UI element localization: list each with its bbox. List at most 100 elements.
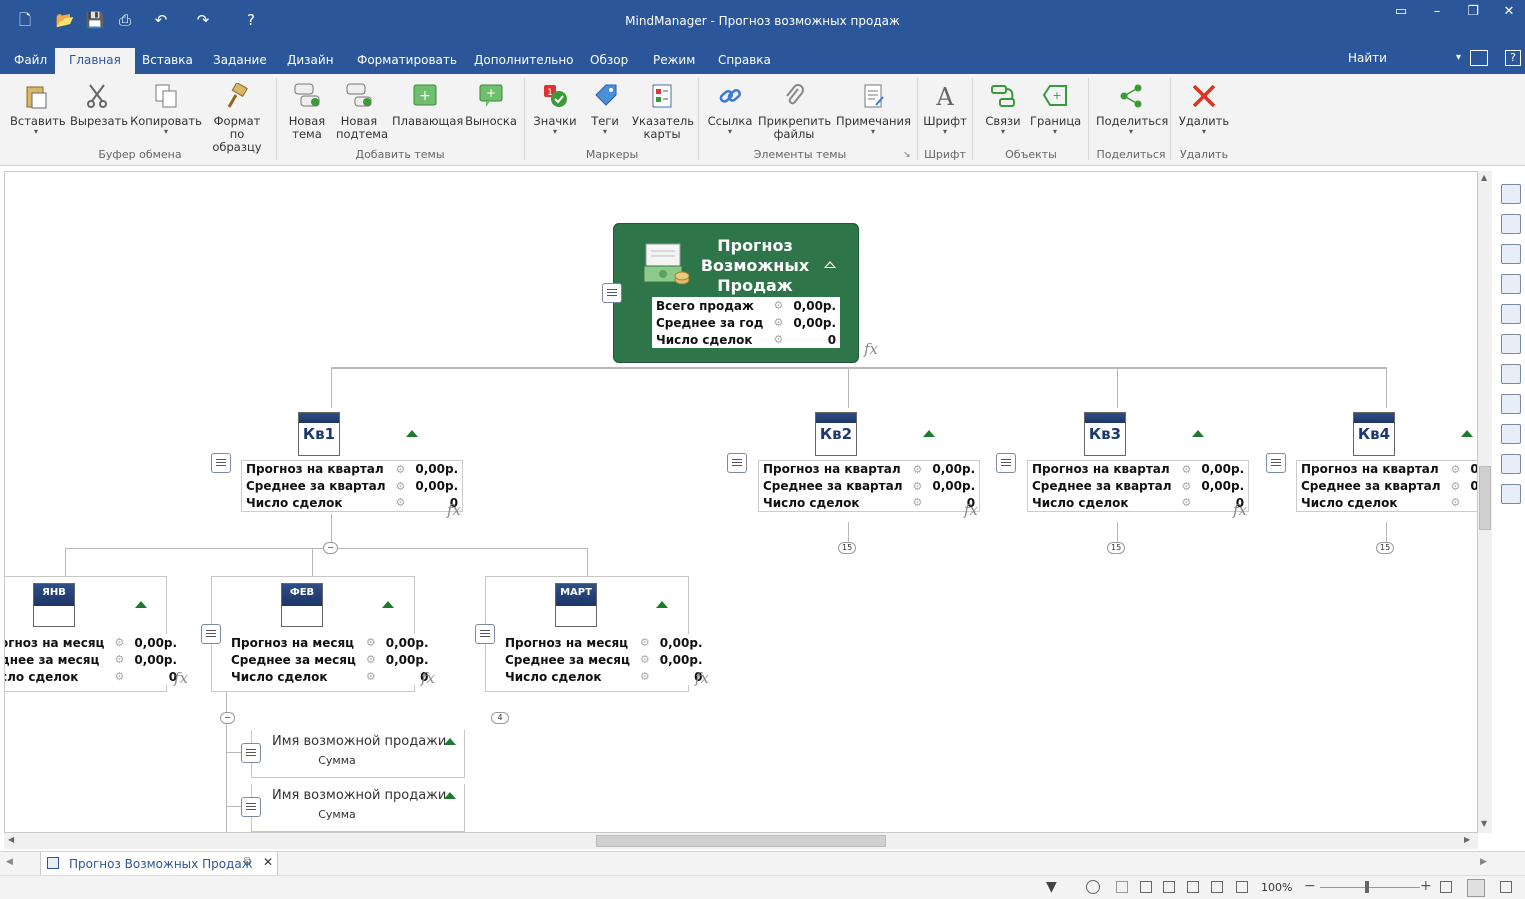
tab-home[interactable]: Главная — [55, 48, 135, 74]
map-index-button[interactable]: Указатель карты — [632, 82, 694, 141]
floating-topic-button[interactable]: + Плавающая — [392, 82, 463, 128]
notes-button[interactable]: Примечания ▾ — [836, 82, 911, 136]
find-button[interactable]: Найти — [1348, 51, 1387, 65]
libraries-icon[interactable] — [1501, 334, 1521, 354]
cut-button[interactable]: Вырезать — [70, 82, 128, 128]
notes-icon[interactable] — [996, 453, 1016, 473]
markers-icon[interactable] — [1501, 214, 1521, 234]
collapse-minus-button[interactable]: − — [323, 542, 338, 554]
document-tab[interactable]: Прогноз Возможных Продаж ⧉ ✕ — [40, 852, 278, 876]
copy-button[interactable]: Копировать ▾ — [130, 82, 202, 136]
tab-format[interactable]: Форматировать — [355, 48, 459, 74]
paste-button[interactable]: Вставить ▾ — [10, 82, 66, 136]
notes-icon[interactable] — [727, 453, 747, 473]
zoom-in-button[interactable]: + — [1420, 878, 1432, 894]
tab-help[interactable]: Справка — [716, 48, 773, 74]
formula-fx-icon[interactable]: fx — [1233, 501, 1247, 519]
callout-button[interactable]: + Выноска — [464, 82, 518, 128]
scroll-right-icon[interactable]: ▶ — [1464, 835, 1470, 844]
collapse-minus-button[interactable]: − — [220, 712, 235, 724]
browser-globe-icon[interactable] — [1501, 454, 1521, 474]
attach-files-button[interactable]: Прикрепить файлы — [758, 82, 831, 141]
vertical-scroll-thumb[interactable] — [1479, 466, 1491, 530]
panel-toggle-icon[interactable] — [1500, 881, 1512, 893]
subtopic-opportunity[interactable]: Имя возможной продажи Сумма — [251, 730, 465, 778]
notes-icon[interactable] — [241, 797, 261, 817]
format-painter-button[interactable]: Формат по образцу — [205, 82, 269, 154]
tab-advanced[interactable]: Дополнительно — [472, 48, 576, 74]
share-button[interactable]: Поделиться ▾ — [1096, 82, 1168, 136]
tab-file[interactable]: Файл — [12, 48, 49, 74]
map-canvas[interactable]: Прогноз Возможных Продаж Всего продаж ⚙ 0,… — [4, 171, 1478, 833]
formula-fx-icon[interactable]: fx — [421, 669, 435, 687]
month-topic-mar[interactable]: МАРТ Прогноз на месяц ⚙ 0,00р. Среднее за … — [485, 576, 707, 692]
tab-scroll-left-icon[interactable]: ◀ — [6, 857, 13, 867]
close-icon[interactable]: ✕ — [1494, 4, 1524, 24]
find-dropdown-icon[interactable]: ▾ — [1456, 52, 1461, 63]
boundary-button[interactable]: + Граница ▾ — [1030, 82, 1081, 136]
resources-icon[interactable] — [1501, 274, 1521, 294]
central-topic[interactable]: Прогноз Возможных Продаж Всего продаж ⚙ 0,… — [613, 223, 859, 363]
tags-button[interactable]: Теги ▾ — [584, 82, 626, 136]
outlook-icon[interactable] — [1501, 424, 1521, 444]
collapsed-count-badge[interactable]: 15 — [838, 542, 857, 554]
spreadsheet-icon[interactable] — [1236, 881, 1248, 893]
pin-icon[interactable]: ⧉ — [244, 856, 251, 867]
restore-icon[interactable]: ❐ — [1458, 4, 1488, 24]
help-question-icon[interactable]: ? — [1505, 50, 1521, 66]
quarter-1-properties[interactable]: Прогноз на квартал ⚙ 0,00р. Среднее за ква… — [241, 460, 464, 512]
formula-fx-icon[interactable]: fx — [964, 501, 978, 519]
delete-button[interactable]: Удалить ▾ — [1178, 82, 1230, 136]
tab-insert[interactable]: Вставка — [140, 48, 195, 74]
tab-task[interactable]: Задание — [211, 48, 269, 74]
zoom-out-button[interactable]: − — [1304, 878, 1316, 894]
zoom-slider[interactable] — [1320, 887, 1420, 888]
search-icon[interactable] — [1501, 364, 1521, 384]
collapsed-count-badge[interactable]: 4 — [491, 712, 509, 724]
notes-icon[interactable] — [211, 453, 231, 473]
notes-icon[interactable] — [602, 283, 622, 303]
horizontal-scrollbar[interactable]: ◀ ▶ — [4, 833, 1478, 849]
formula-fx-icon[interactable]: fx — [174, 669, 188, 687]
excel-icon[interactable] — [1501, 484, 1521, 504]
relationships-icon[interactable] — [1501, 304, 1521, 324]
new-topic-button[interactable]: Новая тема — [284, 82, 330, 141]
zoom-slider-thumb[interactable] — [1365, 881, 1369, 893]
fit-map-icon[interactable] — [1440, 881, 1452, 893]
balance-map-icon[interactable] — [1467, 879, 1485, 897]
link-view-icon[interactable] — [1211, 881, 1223, 893]
notes-icon[interactable] — [475, 624, 495, 644]
gantt-view-icon[interactable] — [1187, 881, 1199, 893]
vertical-scrollbar[interactable]: ▲ ▼ — [1478, 171, 1492, 833]
task-info-icon[interactable] — [1501, 244, 1521, 264]
relationships-button[interactable]: Связи ▾ — [980, 82, 1026, 136]
icons-button[interactable]: 1 Значки ▾ — [532, 82, 578, 136]
dialog-launcher-icon[interactable]: ↘ — [903, 150, 911, 160]
scroll-up-icon[interactable]: ▲ — [1481, 173, 1487, 182]
tab-design[interactable]: Дизайн — [285, 48, 336, 74]
close-tab-icon[interactable]: ✕ — [263, 855, 273, 869]
fit-icon[interactable] — [1116, 881, 1128, 893]
formula-fx-icon[interactable]: fx — [695, 669, 709, 687]
collapsed-count-badge[interactable]: 15 — [1376, 542, 1395, 554]
outline-view-icon[interactable] — [1140, 881, 1152, 893]
horizontal-scroll-thumb[interactable] — [596, 835, 886, 847]
link-button[interactable]: Ссылка ▾ — [706, 82, 754, 136]
map-parts-icon[interactable] — [1501, 184, 1521, 204]
ribbon-display-icon[interactable]: ▭ — [1386, 4, 1416, 24]
formula-fx-icon[interactable]: fx — [447, 501, 461, 519]
scroll-down-icon[interactable]: ▼ — [1481, 819, 1487, 828]
minimize-icon[interactable]: – — [1422, 4, 1452, 24]
notes-icon[interactable] — [241, 743, 261, 763]
formula-fx-icon[interactable]: fx — [864, 340, 878, 358]
quarter-3-properties[interactable]: Прогноз на квартал ⚙ 0,00р. Среднее за ква… — [1027, 460, 1250, 512]
notes-icon[interactable] — [1266, 453, 1286, 473]
tab-scroll-right-icon[interactable]: ▶ — [1480, 857, 1487, 867]
month-topic-feb[interactable]: ФЕВ Прогноз на месяц ⚙ 0,00р. Среднее за м… — [211, 576, 433, 692]
month-topic-jan[interactable]: ЯНВ огноз на месяц ⚙ 0,00р. днее за месяц ⚙… — [5, 576, 182, 692]
new-subtopic-button[interactable]: Новая подтема — [336, 82, 388, 141]
collapsed-count-badge[interactable]: 15 — [1107, 542, 1126, 554]
focus-icon[interactable] — [1086, 880, 1100, 894]
font-button[interactable]: A Шрифт ▾ — [922, 82, 968, 136]
copy-pane-icon[interactable] — [1501, 394, 1521, 414]
